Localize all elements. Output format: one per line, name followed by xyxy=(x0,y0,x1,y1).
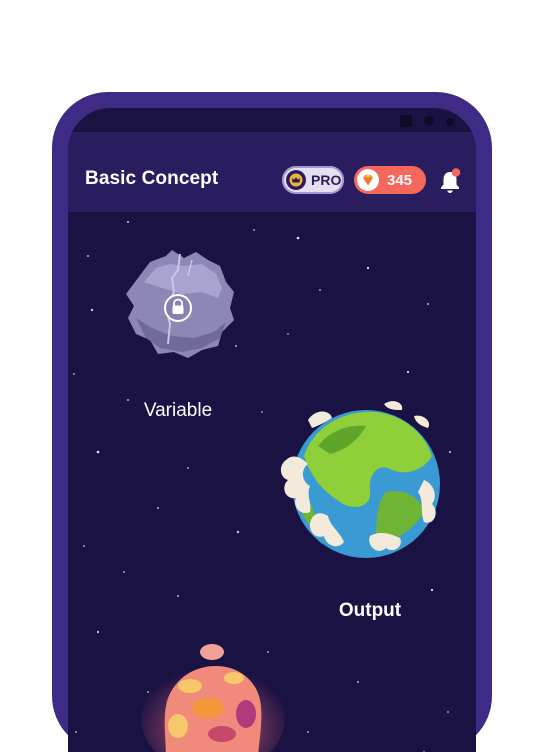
status-square-icon xyxy=(400,115,412,127)
gem-counter-button[interactable]: 345 xyxy=(354,166,426,194)
phone-frame: Basic Concept PRO 345 Variable Output xyxy=(52,92,492,752)
crown-icon xyxy=(286,170,306,190)
status-bar xyxy=(68,108,476,132)
status-dot-icon xyxy=(446,118,454,126)
gem-icon xyxy=(357,169,379,191)
planet-label-variable: Variable xyxy=(143,400,213,421)
gem-count: 345 xyxy=(387,171,413,189)
bell-icon xyxy=(441,168,461,193)
pro-label: PRO xyxy=(311,172,342,188)
notification-dot xyxy=(451,168,461,177)
notification-button[interactable] xyxy=(438,168,462,196)
planet-output[interactable] xyxy=(274,396,458,566)
planet-variable[interactable] xyxy=(122,248,238,360)
app-screen: Basic Concept PRO 345 Variable Output xyxy=(68,108,476,752)
status-dot-icon xyxy=(424,116,434,126)
top-bar: Basic Concept PRO 345 xyxy=(68,132,476,212)
page-title: Basic Concept xyxy=(85,168,219,189)
planet-label-output: Output xyxy=(338,600,402,621)
pro-badge-button[interactable]: PRO xyxy=(282,166,344,194)
planet-next[interactable] xyxy=(138,638,288,752)
